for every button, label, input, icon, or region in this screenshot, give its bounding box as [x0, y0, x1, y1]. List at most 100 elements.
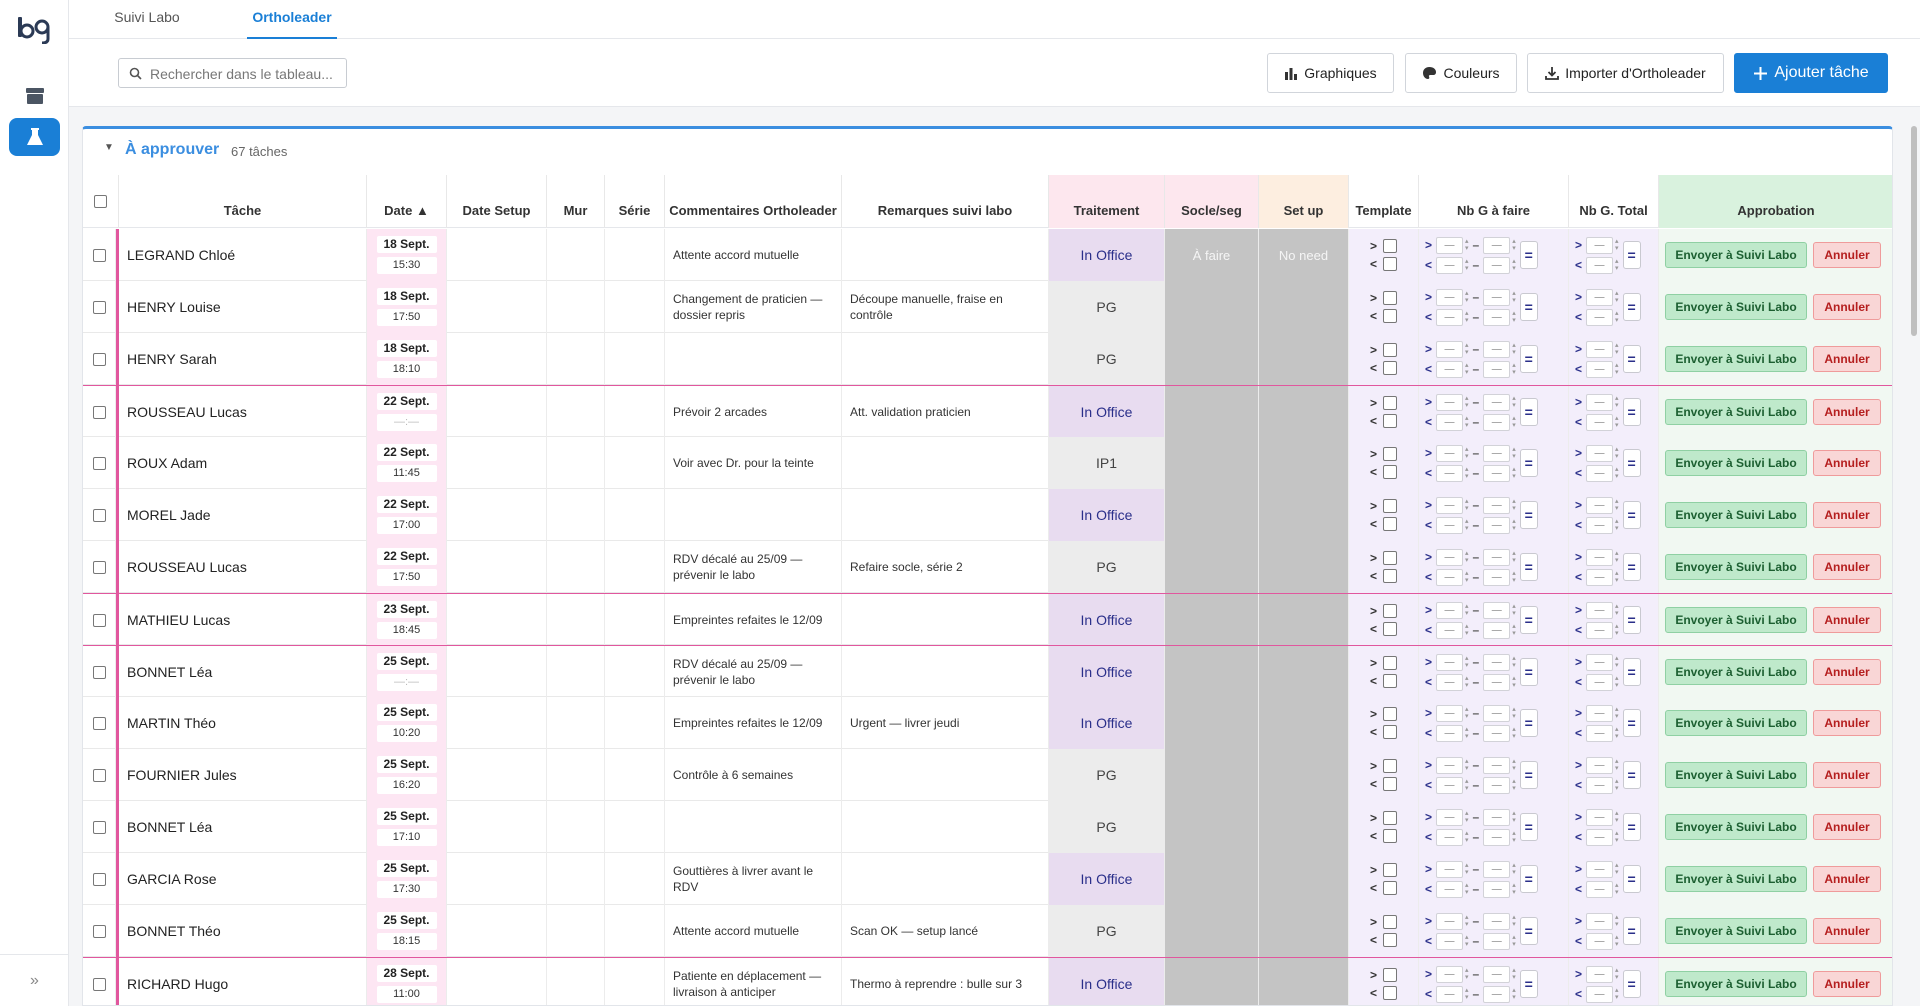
nb-todo-a-gt-input[interactable]: — [1436, 393, 1464, 411]
table-row[interactable]: ROUSSEAU Lucas 22 Sept. 17:50 RDV décalé… [83, 541, 1892, 593]
serie-cell[interactable] [605, 333, 665, 385]
setup-cell[interactable] [1259, 697, 1349, 749]
nb-total-lt-stepper[interactable]: ▴ ▾ [1615, 882, 1619, 896]
nb-total-equals-button[interactable]: = [1622, 761, 1641, 789]
task-name[interactable]: MATHIEU Lucas [119, 612, 230, 628]
cancel-button[interactable]: Annuler [1813, 346, 1881, 372]
nb-total-lt-input[interactable]: — [1586, 880, 1614, 898]
template-lt-checkbox[interactable] [1383, 829, 1397, 843]
serie-cell[interactable] [605, 229, 665, 281]
nb-todo-b-gt-stepper[interactable]: ▴ ▾ [1512, 967, 1516, 981]
nb-todo-a-lt-input[interactable]: — [1436, 828, 1464, 846]
row-checkbox[interactable] [92, 248, 106, 262]
socle-cell[interactable] [1165, 437, 1259, 489]
nb-todo-a-gt-input[interactable]: — [1436, 653, 1464, 671]
nb-total-lt-input[interactable]: — [1586, 724, 1614, 742]
treatment-cell[interactable]: In Office [1049, 646, 1165, 698]
nb-todo-a-gt-stepper[interactable]: ▴ ▾ [1465, 238, 1469, 252]
remark-cell[interactable]: Att. validation praticien [842, 386, 1049, 438]
remark-cell[interactable]: Scan OK — setup lancé [842, 905, 1049, 957]
nb-total-gt-input[interactable]: — [1586, 965, 1614, 983]
nb-total-gt-input[interactable]: — [1586, 601, 1614, 619]
nb-todo-equals-button[interactable]: = [1519, 813, 1538, 841]
table-row[interactable]: MOREL Jade 22 Sept. 17:00 In Office > < … [83, 489, 1892, 541]
task-name[interactable]: BONNET Léa [119, 819, 212, 835]
task-name[interactable]: ROUSSEAU Lucas [119, 404, 247, 420]
date-cell[interactable]: 23 Sept. 18:45 [367, 594, 447, 646]
date-setup-cell[interactable] [447, 386, 547, 438]
tab-ortholeader[interactable]: Ortholeader [247, 0, 337, 39]
nb-todo-b-lt-stepper[interactable]: ▴ ▾ [1512, 778, 1516, 792]
template-lt-checkbox[interactable] [1383, 257, 1397, 271]
table-row[interactable]: MARTIN Théo 25 Sept. 10:20 Empreintes re… [83, 697, 1892, 749]
date-cell[interactable]: 25 Sept. 10:20 [367, 697, 447, 749]
nb-todo-a-gt-stepper[interactable]: ▴ ▾ [1465, 342, 1469, 356]
nb-todo-a-gt-input[interactable]: — [1436, 965, 1464, 983]
nb-todo-b-lt-input[interactable]: — [1483, 776, 1511, 794]
setup-cell[interactable] [1259, 853, 1349, 905]
nb-todo-b-lt-input[interactable]: — [1483, 464, 1511, 482]
cancel-button[interactable]: Annuler [1813, 450, 1881, 476]
template-gt-checkbox[interactable] [1383, 863, 1397, 877]
task-cell[interactable]: MATHIEU Lucas [119, 594, 367, 646]
cancel-button[interactable]: Annuler [1813, 710, 1881, 736]
nb-total-gt-stepper[interactable]: ▴ ▾ [1615, 914, 1619, 928]
nb-todo-a-gt-input[interactable]: — [1436, 601, 1464, 619]
cancel-button[interactable]: Annuler [1813, 554, 1881, 580]
mur-cell[interactable] [547, 541, 605, 593]
date-cell[interactable]: 25 Sept. 17:30 [367, 853, 447, 905]
mur-cell[interactable] [547, 853, 605, 905]
row-checkbox[interactable] [92, 820, 106, 834]
nb-todo-b-lt-input[interactable]: — [1483, 360, 1511, 378]
nb-total-gt-input[interactable]: — [1586, 340, 1614, 358]
treatment-cell[interactable]: PG [1049, 281, 1165, 333]
nb-total-equals-button[interactable]: = [1622, 709, 1641, 737]
serie-cell[interactable] [605, 594, 665, 646]
nb-todo-b-gt-stepper[interactable]: ▴ ▾ [1512, 446, 1516, 460]
comment-cell[interactable]: RDV décalé au 25/09 — prévenir le labo [665, 646, 842, 698]
nb-todo-b-gt-input[interactable]: — [1483, 653, 1511, 671]
nb-todo-b-gt-input[interactable]: — [1483, 808, 1511, 826]
task-name[interactable]: FOURNIER Jules [119, 767, 237, 783]
nb-todo-a-gt-stepper[interactable]: ▴ ▾ [1465, 290, 1469, 304]
setup-cell[interactable] [1259, 958, 1349, 1005]
nb-todo-b-lt-stepper[interactable]: ▴ ▾ [1512, 310, 1516, 324]
row-checkbox[interactable] [92, 300, 106, 314]
date-setup-cell[interactable] [447, 646, 547, 698]
nb-total-lt-input[interactable]: — [1586, 985, 1614, 1003]
nb-total-gt-input[interactable]: — [1586, 236, 1614, 254]
nb-todo-b-gt-input[interactable]: — [1483, 288, 1511, 306]
nb-total-lt-stepper[interactable]: ▴ ▾ [1615, 310, 1619, 324]
send-to-lab-button[interactable]: Envoyer à Suivi Labo [1665, 242, 1807, 268]
nb-total-lt-input[interactable]: — [1586, 932, 1614, 950]
nb-total-gt-stepper[interactable]: ▴ ▾ [1615, 967, 1619, 981]
nb-todo-equals-button[interactable]: = [1519, 398, 1538, 426]
date-setup-cell[interactable] [447, 541, 547, 593]
comment-cell[interactable]: Contrôle à 6 semaines [665, 749, 842, 801]
nb-todo-b-gt-stepper[interactable]: ▴ ▾ [1512, 238, 1516, 252]
task-name[interactable]: RICHARD Hugo [119, 976, 228, 992]
nb-todo-a-gt-stepper[interactable]: ▴ ▾ [1465, 655, 1469, 669]
date-setup-cell[interactable] [447, 281, 547, 333]
treatment-cell[interactable]: PG [1049, 749, 1165, 801]
nb-todo-b-gt-input[interactable]: — [1483, 756, 1511, 774]
serie-cell[interactable] [605, 749, 665, 801]
nb-todo-b-gt-stepper[interactable]: ▴ ▾ [1512, 862, 1516, 876]
row-checkbox[interactable] [92, 872, 106, 886]
mur-cell[interactable] [547, 646, 605, 698]
template-gt-checkbox[interactable] [1383, 551, 1397, 565]
task-name[interactable]: ROUX Adam [119, 455, 207, 471]
task-cell[interactable]: FOURNIER Jules [119, 749, 367, 801]
task-cell[interactable]: BONNET Léa [119, 801, 367, 853]
serie-cell[interactable] [605, 697, 665, 749]
nb-todo-b-gt-input[interactable]: — [1483, 393, 1511, 411]
date-cell[interactable]: 28 Sept. 11:00 [367, 958, 447, 1005]
nb-todo-b-lt-input[interactable]: — [1483, 413, 1511, 431]
template-lt-checkbox[interactable] [1383, 725, 1397, 739]
send-to-lab-button[interactable]: Envoyer à Suivi Labo [1665, 294, 1807, 320]
nb-todo-b-lt-stepper[interactable]: ▴ ▾ [1512, 987, 1516, 1001]
setup-cell[interactable]: No need [1259, 229, 1349, 281]
serie-cell[interactable] [605, 958, 665, 1005]
scrollbar-thumb[interactable] [1911, 126, 1917, 336]
nb-todo-a-lt-input[interactable]: — [1436, 776, 1464, 794]
